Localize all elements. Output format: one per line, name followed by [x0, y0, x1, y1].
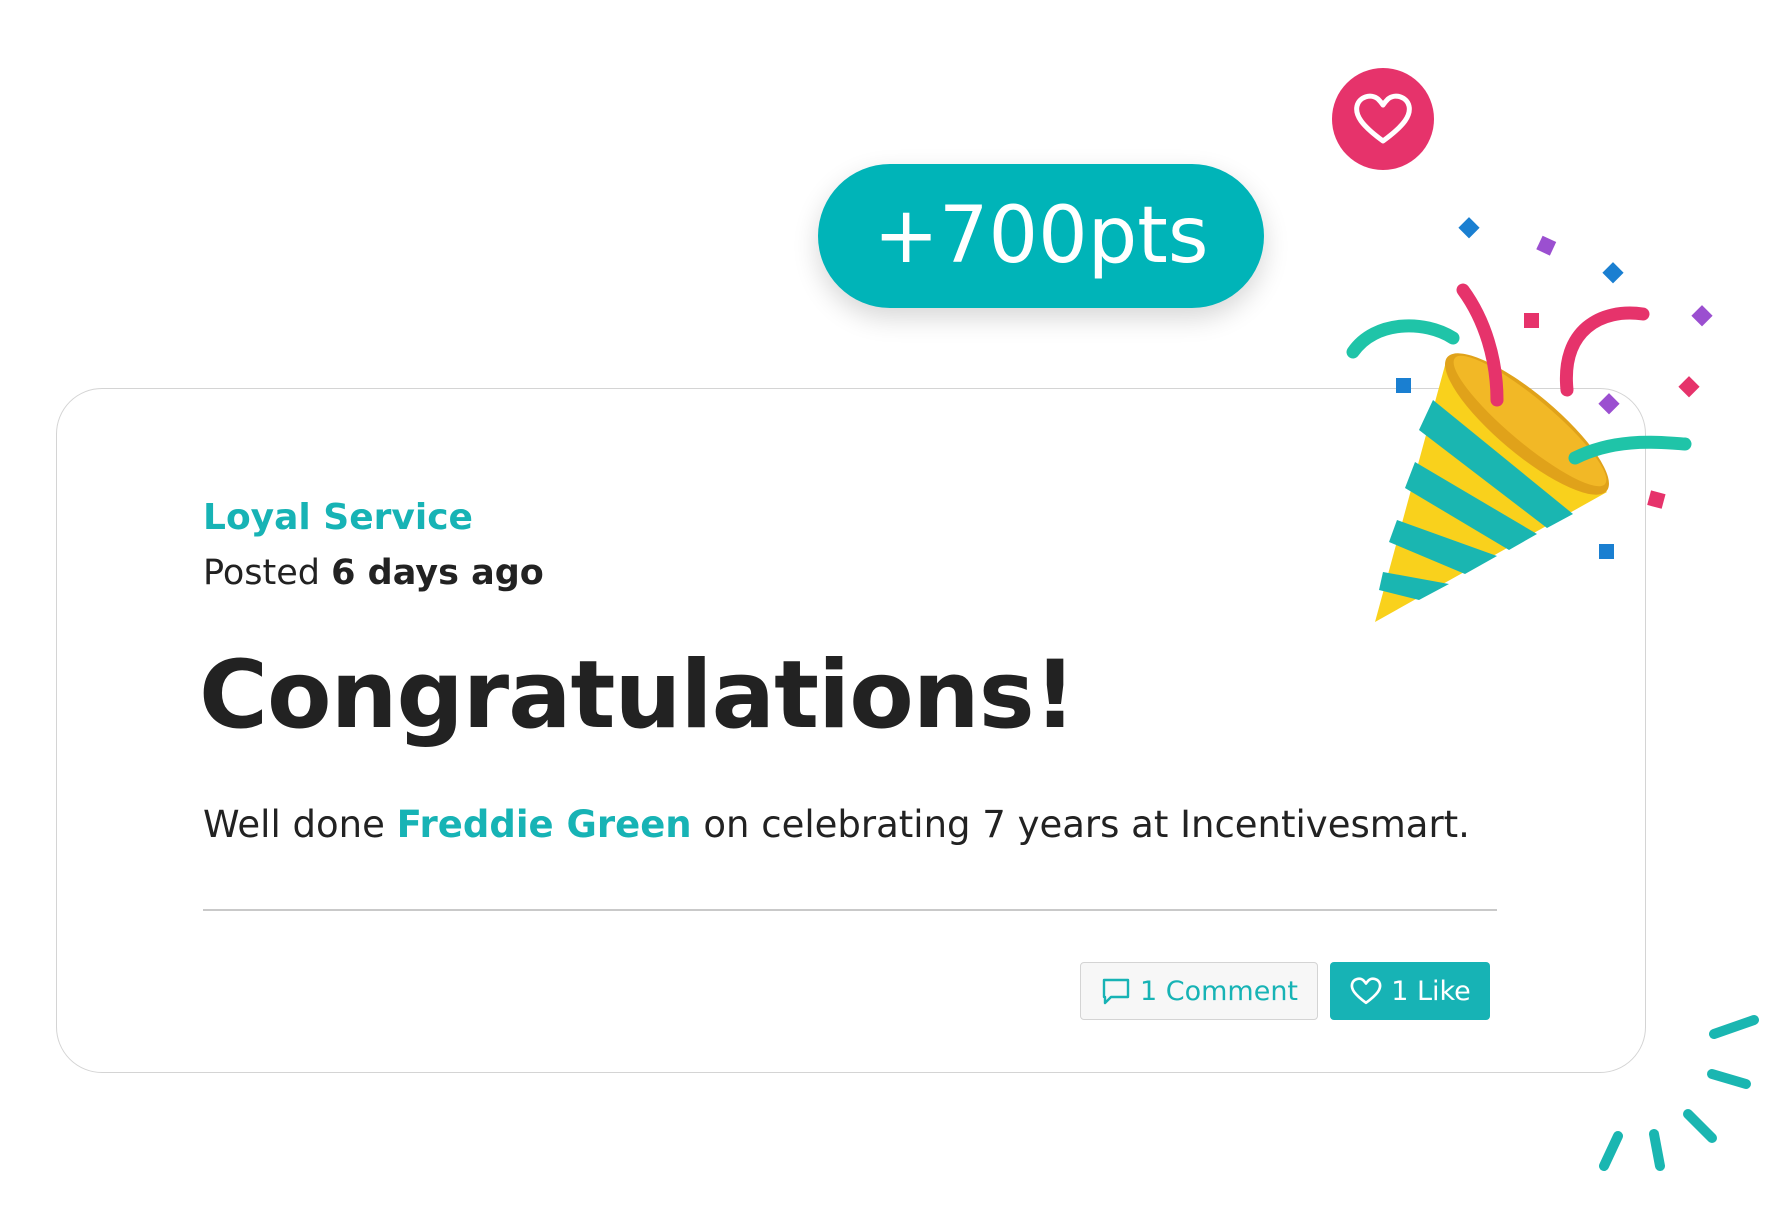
posted-prefix: Posted [203, 553, 320, 593]
heart-outline-icon [1349, 976, 1383, 1006]
points-label: +700pts [873, 191, 1209, 281]
category-label: Loyal Service [203, 497, 473, 538]
divider [203, 909, 1497, 911]
comment-button[interactable]: 1 Comment [1080, 962, 1318, 1020]
message-suffix: on celebrating 7 years at Incentivesmart… [703, 803, 1470, 846]
posted-time: Posted 6 days ago [203, 553, 544, 593]
message-prefix: Well done [203, 803, 385, 846]
recipient-link[interactable]: Freddie Green [397, 803, 692, 846]
heart-badge [1332, 68, 1434, 170]
heart-icon [1354, 93, 1412, 144]
points-badge: +700pts [818, 164, 1264, 308]
speech-bubble-icon [1100, 976, 1132, 1006]
like-button[interactable]: 1 Like [1330, 962, 1490, 1020]
comment-count-label: 1 Comment [1139, 975, 1299, 1007]
party-popper-icon [1346, 217, 1713, 622]
burst-lines-icon [1599, 1015, 1759, 1171]
headline: Congratulations! [199, 641, 1077, 750]
like-count-label: 1 Like [1391, 975, 1471, 1007]
posted-when: 6 days ago [331, 553, 544, 593]
post-message: Well done Freddie Green on celebrating 7… [203, 803, 1470, 846]
